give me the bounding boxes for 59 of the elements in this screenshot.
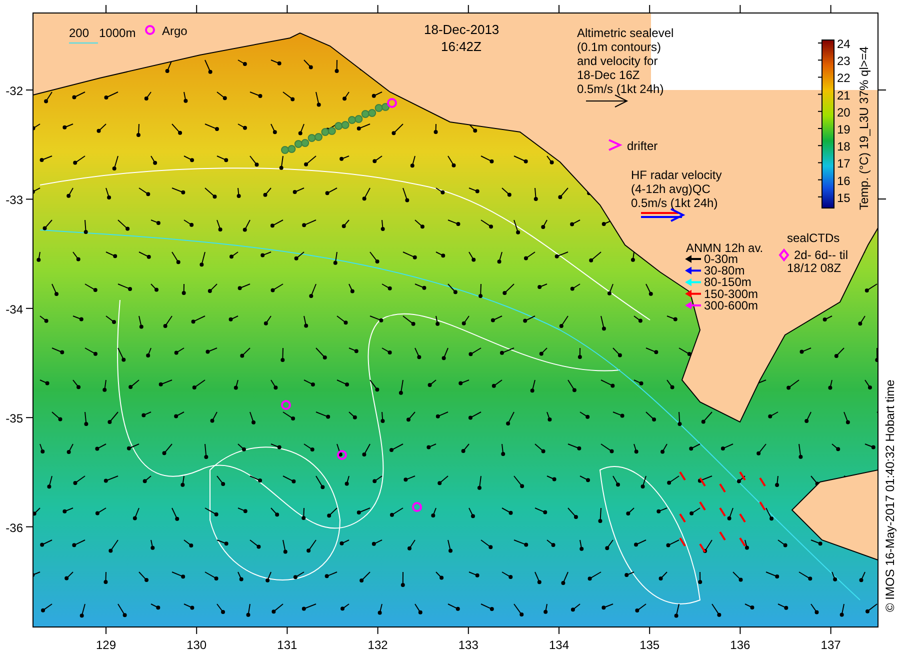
- anmn-legend-title: ANMN 12h av.: [686, 241, 764, 255]
- longitude-label: 136: [730, 638, 750, 652]
- radar-scale-arrow-icon: [641, 208, 686, 222]
- anmn-depth-label: 300-600m: [704, 298, 758, 312]
- longitude-label: 137: [820, 638, 841, 652]
- colorbar-title: Temp. (°C) 19_L3U 37% ql>=4: [857, 46, 871, 210]
- credit-text: © IMOS 16-May-2017 01:40:32 Hobart time: [883, 380, 897, 612]
- anmn-depth-label: 80-150m: [704, 275, 752, 290]
- longitude-label: 135: [640, 638, 660, 652]
- depth-contour-label: 1000m: [99, 26, 136, 40]
- colorbar-tick-label: 24: [837, 37, 850, 51]
- latitude-label: -34: [6, 302, 23, 316]
- anmn-depth-label: 30-80m: [704, 264, 745, 278]
- colorbar-tick-label: 16: [837, 174, 850, 188]
- hf-radar-legend-text: (4-12h avg)QC: [631, 182, 710, 196]
- altimetry-legend-text: Altimetric sealevel: [577, 26, 674, 40]
- map-date: 18-Dec-2013: [424, 22, 500, 37]
- altimetry-legend-text: 0.5m/s (1kt 24h): [577, 82, 664, 96]
- latitude-label: -36: [6, 520, 23, 535]
- argo-legend-icon: [145, 25, 155, 35]
- seal-ctd-icon: [778, 248, 790, 262]
- colorbar-tick-label: 20: [837, 105, 850, 120]
- argo-legend-label: Argo: [162, 24, 188, 38]
- argo-float-icon: [387, 98, 397, 108]
- seal-legend-text: sealCTDs: [787, 231, 840, 245]
- colorbar-tick-label: 21: [837, 88, 850, 102]
- argo-float-icon: [337, 450, 347, 460]
- colorbar-tick-label: 18: [837, 140, 850, 154]
- longitude-label: 133: [458, 638, 478, 652]
- map-time: 16:42Z: [441, 39, 482, 54]
- drifter-legend-icon: [608, 139, 622, 151]
- seal-legend-text: 2d- 6d-- til: [794, 248, 848, 262]
- colorbar-tick-label: 23: [837, 54, 850, 68]
- seal-legend-text: 18/12 08Z: [787, 261, 842, 275]
- longitude-label: 129: [96, 638, 116, 652]
- argo-float-icon: [412, 502, 422, 512]
- altimetry-legend-text: 18-Dec 16Z: [577, 68, 640, 82]
- longitude-label: 130: [186, 638, 207, 652]
- longitude-label: 131: [277, 638, 298, 652]
- latitude-label: -35: [6, 412, 23, 426]
- velocity-scale-arrow-icon: [586, 94, 628, 108]
- hf-radar-legend-text: HF radar velocity: [631, 168, 722, 182]
- depth-contour-line: [68, 42, 98, 44]
- colorbar-tick-label: 19: [837, 122, 850, 136]
- longitude-label: 132: [368, 638, 388, 652]
- colorbar-tick-label: 17: [837, 156, 850, 171]
- drifter-legend-label: drifter: [627, 139, 658, 153]
- latitude-label: -33: [6, 193, 23, 208]
- depth-contour-label: 200: [69, 26, 90, 40]
- argo-float-icon: [281, 400, 291, 410]
- colorbar-tick-label: 22: [837, 71, 850, 86]
- latitude-label: -32: [6, 84, 23, 98]
- anmn-depth-label: 150-300m: [704, 286, 758, 301]
- longitude-label: 134: [548, 638, 570, 652]
- hf-radar-legend-text: 0.5m/s (1kt 24h): [631, 196, 718, 210]
- altimetry-legend-text: (0.1m contours): [577, 40, 662, 54]
- altimetry-legend-text: and velocity for: [577, 54, 658, 68]
- colorbar-tick-label: 15: [837, 190, 850, 205]
- anmn-depth-label: 0-30m: [704, 252, 738, 266]
